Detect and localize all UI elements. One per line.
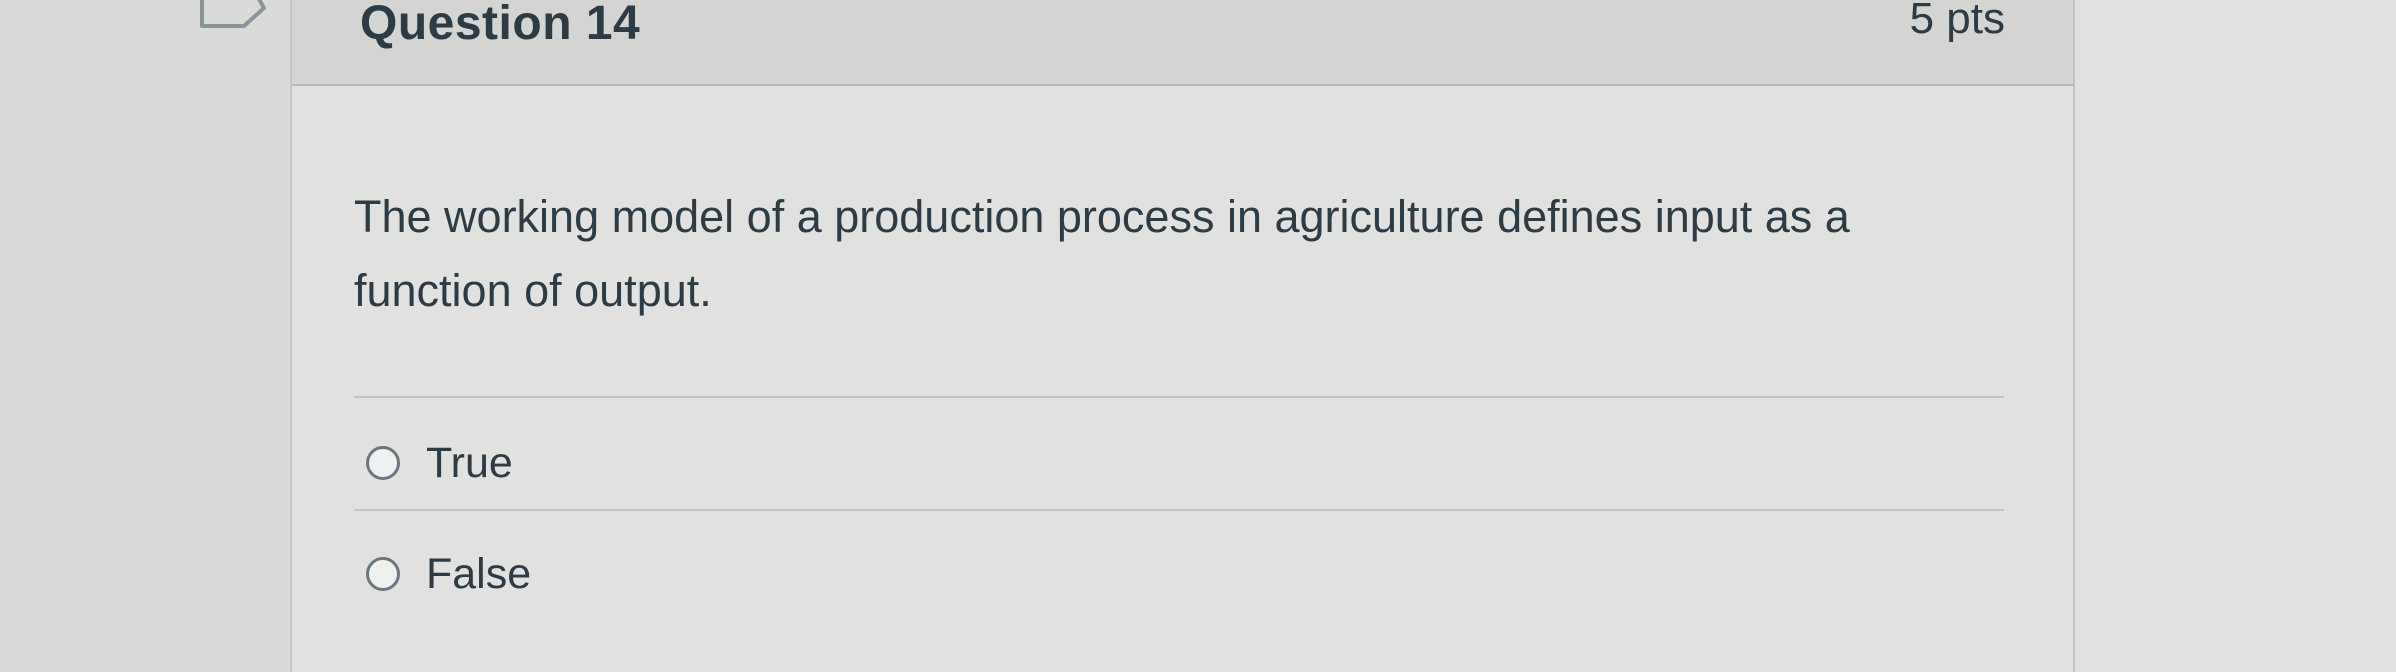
- bookmark-shape: [200, 0, 266, 28]
- question-card: Question 14 5 pts The working model of a…: [290, 0, 2075, 672]
- answer-label-false: False: [426, 549, 532, 598]
- answer-label-true: True: [426, 438, 513, 487]
- question-text: The working model of a production proces…: [354, 191, 1850, 316]
- answer-divider: [354, 509, 2004, 511]
- radio-unselected-icon[interactable]: [366, 446, 400, 480]
- bookmark-icon[interactable]: [200, 0, 270, 34]
- answer-option-true[interactable]: True: [366, 433, 513, 493]
- question-points: 5 pts: [1909, 0, 2005, 43]
- answer-divider: [354, 396, 2004, 398]
- radio-unselected-icon[interactable]: [366, 557, 400, 591]
- answer-option-false[interactable]: False: [366, 544, 531, 604]
- question-header: Question 14 5 pts: [292, 0, 2073, 86]
- question-title: Question 14: [360, 0, 641, 50]
